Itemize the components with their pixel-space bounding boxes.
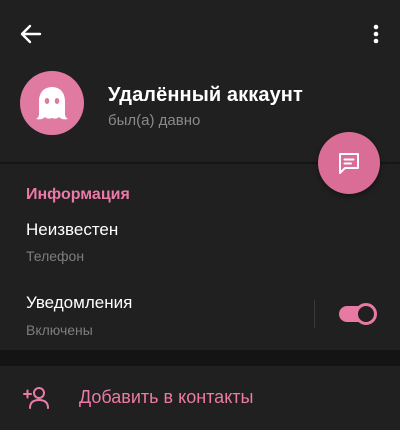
ghost-icon	[36, 87, 68, 120]
add-to-contacts-label: Добавить в контакты	[79, 387, 254, 407]
section-divider	[0, 350, 400, 366]
avatar[interactable]	[20, 71, 84, 135]
toggle-knob	[355, 303, 377, 325]
phone-label: Телефон	[26, 248, 85, 264]
section-title: Информация	[26, 186, 130, 203]
back-button[interactable]	[16, 20, 46, 48]
phone-value: Неизвестен	[26, 220, 119, 239]
send-message-button[interactable]	[318, 132, 380, 194]
notifications-status: Включены	[26, 322, 93, 338]
add-to-contacts-button[interactable]: Добавить в контакты	[0, 366, 400, 430]
add-person-icon	[23, 387, 49, 409]
more-options-button[interactable]	[366, 20, 386, 48]
divider	[314, 300, 315, 328]
arrow-left-icon	[20, 24, 42, 44]
notifications-toggle[interactable]	[337, 303, 377, 325]
notifications-title: Уведомления	[26, 293, 133, 312]
profile-status: был(а) давно	[108, 112, 201, 129]
message-icon	[339, 153, 359, 174]
more-vertical-icon	[373, 24, 379, 44]
profile-name: Удалённый аккаунт	[108, 84, 303, 106]
